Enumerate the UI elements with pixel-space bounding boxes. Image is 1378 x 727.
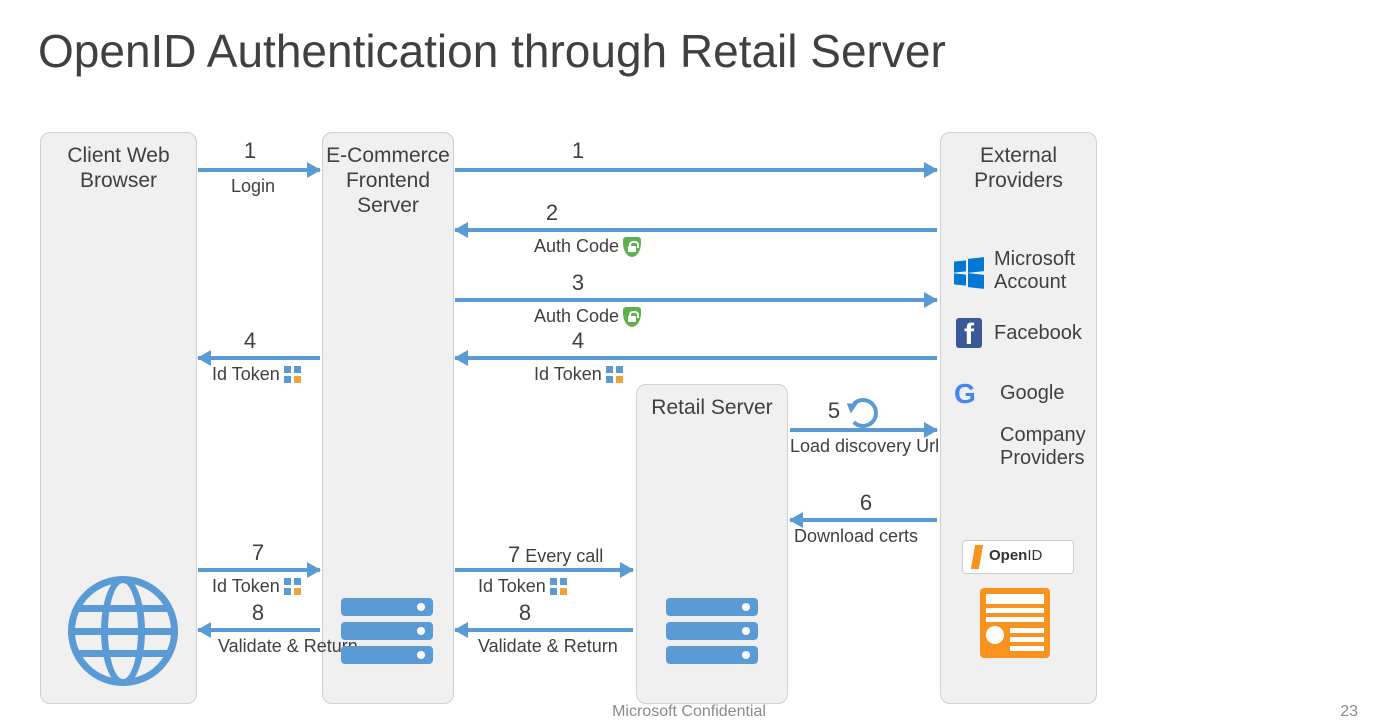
provider-gg: Google xyxy=(1000,382,1065,405)
arrow-3 xyxy=(455,298,937,302)
arrow-8b-num: 8 xyxy=(519,600,531,626)
arrow-7b xyxy=(455,568,633,572)
arrow-5-label: Load discovery Url xyxy=(790,436,940,457)
refresh-icon xyxy=(848,398,878,428)
footer-center: Microsoft Confidential xyxy=(0,703,1378,721)
arrow-4a xyxy=(198,356,320,360)
arrow-4b-num: 4 xyxy=(572,328,584,354)
provider-fb: Facebook xyxy=(994,322,1082,345)
openid-icon: OpenID xyxy=(962,540,1074,574)
arrow-7a-label: Id Token xyxy=(212,576,302,597)
tiles-icon xyxy=(606,366,624,384)
arrow-1a xyxy=(198,168,320,172)
arrow-1b xyxy=(455,168,937,172)
shield-icon xyxy=(623,237,641,257)
arrow-5-num: 5 xyxy=(828,398,840,424)
slide-title: OpenID Authentication through Retail Ser… xyxy=(38,24,946,78)
arrow-6-num: 6 xyxy=(860,490,872,516)
arrow-3-label: Auth Code xyxy=(534,306,641,327)
arrow-1a-num: 1 xyxy=(244,138,256,164)
arrow-6 xyxy=(790,518,937,522)
arrow-8b-label: Validate & Return xyxy=(478,636,598,657)
box-retail-label: Retail Server xyxy=(637,395,787,420)
footer-page-number: 23 xyxy=(1340,703,1358,721)
arrow-2-label: Auth Code xyxy=(534,236,641,257)
google-icon: G xyxy=(954,380,982,408)
arrow-7b-label: Id Token xyxy=(478,576,568,597)
arrow-7a xyxy=(198,568,320,572)
arrow-8a xyxy=(198,628,320,632)
slide: OpenID Authentication through Retail Ser… xyxy=(0,0,1378,727)
provider-ms: Microsoft Account xyxy=(994,248,1094,294)
arrow-7b-num: 7 Every call xyxy=(508,542,603,568)
box-ecommerce-label: E-Commerce Frontend Server xyxy=(323,143,453,219)
arrow-1a-label: Login xyxy=(231,176,275,197)
arrow-7a-num: 7 xyxy=(252,540,264,566)
arrow-4b-label: Id Token xyxy=(534,364,624,385)
provider-comp: Company Providers xyxy=(1000,424,1100,470)
arrow-4b xyxy=(455,356,937,360)
tiles-icon xyxy=(284,578,302,596)
arrow-5 xyxy=(790,428,937,432)
arrow-2 xyxy=(455,228,937,232)
identity-card-icon xyxy=(980,588,1050,658)
arrow-6-label: Download certs xyxy=(794,526,918,547)
arrow-3-num: 3 xyxy=(572,270,584,296)
arrow-4a-num: 4 xyxy=(244,328,256,354)
tiles-icon xyxy=(284,366,302,384)
arrow-8a-num: 8 xyxy=(252,600,264,626)
tiles-icon xyxy=(550,578,568,596)
arrow-8b xyxy=(455,628,633,632)
arrow-2-num: 2 xyxy=(546,200,558,226)
globe-icon xyxy=(68,576,178,686)
arrow-1b-num: 1 xyxy=(572,138,584,164)
server-stack-icon xyxy=(341,598,433,670)
arrow-4a-label: Id Token xyxy=(212,364,302,385)
facebook-icon: f xyxy=(956,318,982,348)
microsoft-icon xyxy=(954,258,984,288)
server-stack-icon xyxy=(666,598,758,670)
arrow-8a-label: Validate & Return xyxy=(218,636,328,657)
box-client-label: Client Web Browser xyxy=(41,143,196,193)
shield-icon xyxy=(623,307,641,327)
box-external-label: External Providers xyxy=(941,143,1096,193)
